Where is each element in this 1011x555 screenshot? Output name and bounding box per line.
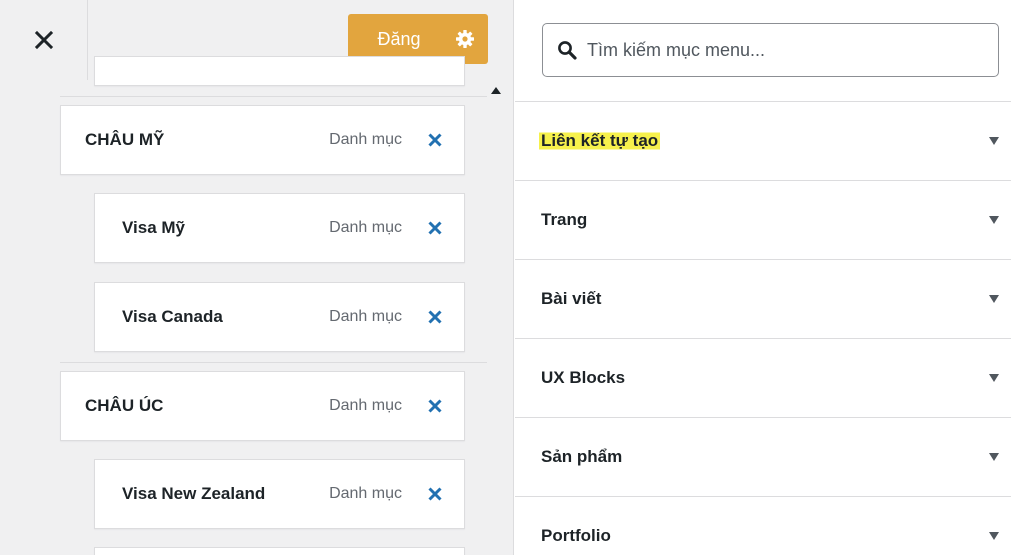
remove-item-button[interactable] <box>426 308 444 326</box>
menu-item-card-partial <box>94 547 465 555</box>
close-icon <box>428 221 442 235</box>
menu-items-list[interactable]: CHÂU MỸ Danh mục Visa Mỹ Danh mục Visa C… <box>0 56 513 555</box>
menu-item[interactable]: Visa Mỹ Danh mục <box>94 193 465 263</box>
menu-item-type: Danh mục <box>329 219 402 236</box>
menu-item-title: Visa Canada <box>122 307 223 326</box>
menu-item-title: Visa New Zealand <box>122 484 266 503</box>
close-icon <box>428 487 442 501</box>
gear-icon <box>456 30 474 48</box>
section-products[interactable]: Sản phẩm <box>515 417 1011 496</box>
close-icon <box>34 30 53 50</box>
search-box[interactable] <box>542 23 999 77</box>
chevron-down-icon <box>989 532 999 540</box>
chevron-down-icon <box>989 374 999 382</box>
section-label: Bài viết <box>541 289 602 308</box>
section-label: Trang <box>541 210 588 229</box>
chevron-down-icon <box>989 216 999 224</box>
section-pages[interactable]: Trang <box>515 180 1011 259</box>
menu-item-type: Danh mục <box>329 485 402 502</box>
close-icon <box>428 133 442 147</box>
section-custom-links[interactable]: Liên kết tự tạo <box>515 101 1011 180</box>
menu-item-title: CHÂU ÚC <box>85 396 164 415</box>
chevron-down-icon <box>989 453 999 461</box>
section-ux-blocks[interactable]: UX Blocks <box>515 338 1011 417</box>
remove-item-button[interactable] <box>426 219 444 237</box>
menu-structure-panel: Đăng CHÂU MỸ Danh mục Visa Mỹ Danh mục V… <box>0 0 514 555</box>
scroll-up-arrow-icon[interactable] <box>491 87 501 94</box>
menu-item[interactable]: CHÂU ÚC Danh mục <box>60 371 465 441</box>
add-menu-items-panel: Liên kết tự tạo Trang Bài viết UX Blocks… <box>515 0 1011 555</box>
menu-item-type-sections: Liên kết tự tạo Trang Bài viết UX Blocks… <box>515 101 1011 555</box>
menu-item-type: Danh mục <box>329 131 402 148</box>
section-label: Portfolio <box>541 526 611 545</box>
search-icon <box>558 41 577 60</box>
menu-item[interactable]: Visa Canada Danh mục <box>94 282 465 352</box>
search-input[interactable] <box>587 39 987 61</box>
section-label: Sản phẩm <box>541 447 623 466</box>
section-portfolio[interactable]: Portfolio <box>515 496 1011 555</box>
section-label: UX Blocks <box>541 368 626 387</box>
menu-item-card-partial <box>94 56 465 86</box>
menu-item-type: Danh mục <box>329 397 402 414</box>
menu-item-type: Danh mục <box>329 308 402 325</box>
menu-item[interactable]: Visa New Zealand Danh mục <box>94 459 465 529</box>
section-label: Liên kết tự tạo <box>539 131 661 151</box>
close-customizer-button[interactable] <box>0 0 88 80</box>
menu-item-title: CHÂU MỸ <box>85 130 165 149</box>
divider <box>60 362 487 363</box>
remove-item-button[interactable] <box>426 397 444 415</box>
chevron-down-icon <box>989 295 999 303</box>
scrollbar[interactable] <box>487 98 503 555</box>
remove-item-button[interactable] <box>426 485 444 503</box>
divider <box>60 96 487 97</box>
section-posts[interactable]: Bài viết <box>515 259 1011 338</box>
remove-item-button[interactable] <box>426 131 444 149</box>
menu-item-title: Visa Mỹ <box>122 218 186 237</box>
menu-item[interactable]: CHÂU MỸ Danh mục <box>60 105 465 175</box>
close-icon <box>428 399 442 413</box>
close-icon <box>428 310 442 324</box>
chevron-down-icon <box>989 137 999 145</box>
